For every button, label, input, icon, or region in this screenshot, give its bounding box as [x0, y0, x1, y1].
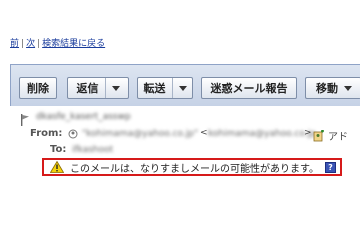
reply-button[interactable]: 返信	[67, 77, 129, 99]
forward-button-label: 転送	[143, 82, 166, 95]
forward-button[interactable]: 転送	[137, 77, 193, 99]
report-spam-button-label: 迷惑メール報告	[210, 82, 288, 95]
from-address-open: <	[200, 128, 208, 138]
prev-link[interactable]: 前	[10, 39, 19, 49]
from-name[interactable]: "kohimama@yahoo.co.jp"	[82, 129, 198, 139]
chevron-down-icon	[111, 85, 120, 91]
delete-button[interactable]: 削除	[19, 77, 57, 99]
to-value: ifkashoot	[72, 145, 114, 155]
report-spam-button[interactable]: 迷惑メール報告	[201, 77, 297, 99]
help-icon[interactable]: ?	[325, 161, 336, 173]
warning-icon	[50, 161, 64, 173]
flag-icon[interactable]	[20, 114, 30, 126]
back-to-results-link[interactable]: 検索結果に戻る	[42, 39, 105, 49]
message-subject: dkasfe_kasert_asswp	[36, 112, 131, 122]
move-button-label: 移動	[316, 82, 338, 95]
move-button[interactable]: 移動	[305, 77, 360, 99]
spoofing-warning: このメールは、なりすましメールの可能性があります。 ?	[42, 158, 342, 176]
delete-button-label: 削除	[27, 82, 49, 95]
next-link[interactable]: 次	[26, 39, 35, 49]
reply-button-label: 返信	[76, 82, 99, 95]
to-label: To:	[50, 144, 67, 155]
add-address-link[interactable]: アド	[328, 128, 348, 143]
chevron-down-icon	[178, 85, 187, 91]
sender-icon	[68, 129, 78, 139]
from-address-close: >	[304, 128, 312, 138]
warning-message: このメールは、なりすましメールの可能性があります。	[70, 163, 319, 175]
from-label: From:	[30, 128, 63, 139]
chevron-down-icon	[344, 85, 352, 91]
message-toolbar: 削除 返信 転送 迷惑メール報告 移動	[10, 64, 360, 106]
forward-dropdown[interactable]	[171, 78, 187, 98]
nav-separator: |	[37, 39, 41, 49]
add-to-addressbook-icon[interactable]	[313, 130, 325, 142]
from-address[interactable]: kohimama@yahoo.co.jp	[208, 129, 316, 139]
message-header: dkasfe_kasert_asswp From: "kohimama@yaho…	[10, 106, 360, 240]
message-navigation: 前 | 次 | 検索結果に戻る	[10, 38, 105, 50]
nav-separator: |	[21, 39, 25, 49]
reply-dropdown[interactable]	[104, 78, 120, 98]
